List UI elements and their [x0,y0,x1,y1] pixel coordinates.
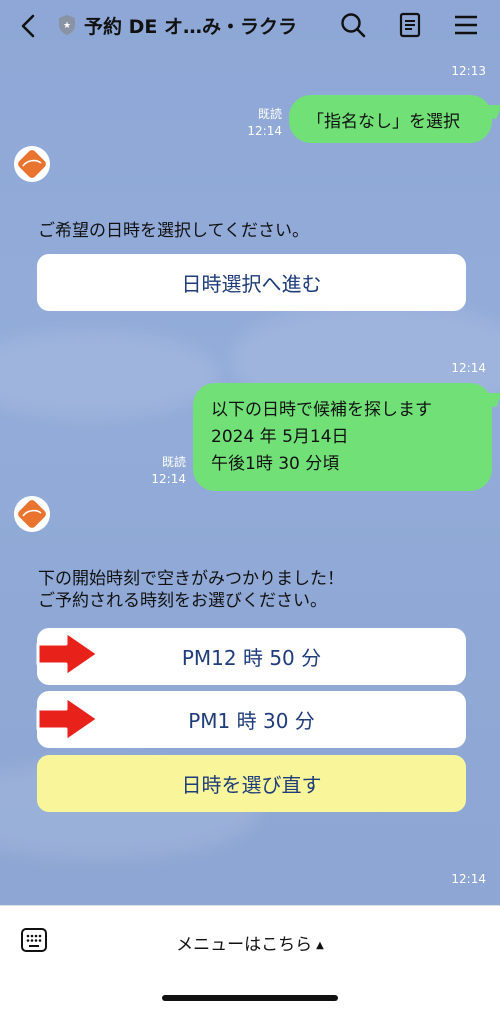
read-receipt: 既読 12:14 [151,455,186,486]
message-text: 以下の日時で候補を探します 2024 年 5月14日 午後1時 30 分頃 [211,400,432,474]
proceed-datetime-button[interactable]: 日時選択へ進む [37,254,466,311]
back-icon[interactable] [18,13,40,39]
bot-avatar[interactable] [14,146,50,182]
shield-icon: ★ [59,15,75,35]
bot-message-text: ご希望の日時を選択してください。 [38,221,309,241]
time-option-button[interactable]: PM12 時 50 分 [37,628,466,685]
chat-title: 予約 DE オ…み・ラクラ [84,16,297,38]
bot-message-text: 下の開始時刻で空きがみつかりました！ ご予約される時刻をお選びください。 [38,569,344,611]
home-indicator[interactable] [162,995,338,1001]
search-icon[interactable] [339,11,367,39]
bot-avatar[interactable] [14,496,50,532]
sent-message-bubble[interactable]: 「指名なし」を選択 [289,95,500,143]
message-text: 「指名なし」を選択 [307,112,460,132]
timestamp: 12:14 [451,872,486,886]
read-receipt: 既読 12:14 [247,107,282,138]
notes-icon[interactable] [396,11,424,39]
menu-icon[interactable] [452,11,480,39]
salon-logo-icon [14,496,50,532]
red-arrow-icon [36,630,100,678]
red-arrow-icon [36,695,100,743]
chat-header: ★ 予約 DE オ…み・ラクラ [0,0,500,52]
sent-message-bubble[interactable]: 以下の日時で候補を探します 2024 年 5月14日 午後1時 30 分頃 [193,383,500,491]
salon-logo-icon [14,146,50,182]
timestamp: 12:13 [451,64,486,78]
svg-text:★: ★ [63,21,71,31]
rich-menu-toggle[interactable]: メニューはこちら ▲ [0,930,500,955]
time-option-button[interactable]: PM1 時 30 分 [37,691,466,748]
reselect-datetime-button[interactable]: 日時を選び直す [37,755,466,812]
timestamp: 12:14 [451,361,486,375]
caret-up-icon: ▲ [316,939,324,951]
